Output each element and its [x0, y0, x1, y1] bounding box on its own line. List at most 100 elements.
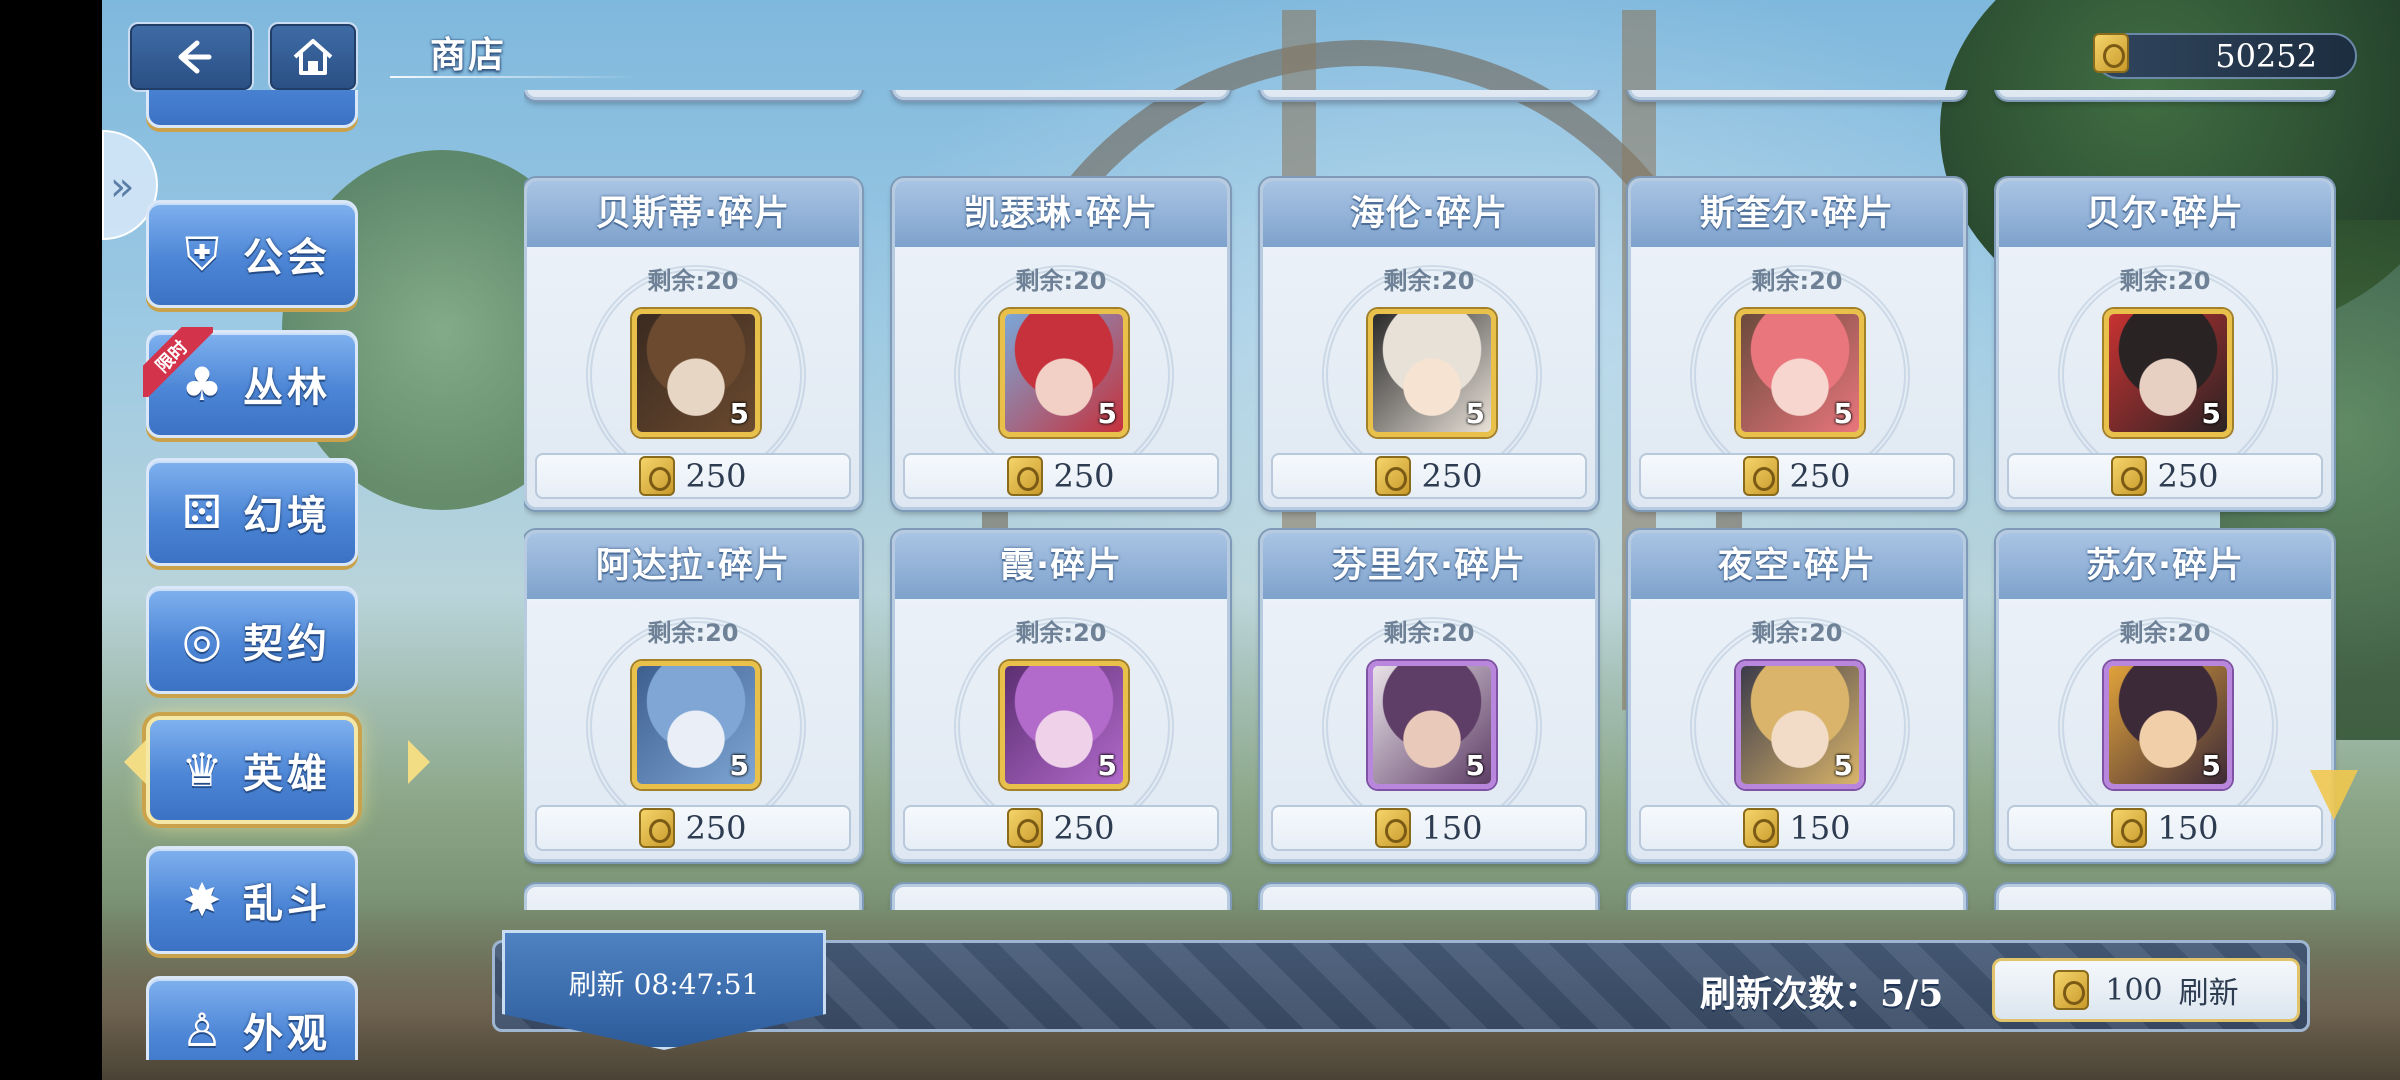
- hero-portrait: 5: [2104, 309, 2232, 437]
- sidebar-item-partial[interactable]: [146, 90, 358, 128]
- item-remaining: 剩余:20: [647, 619, 739, 647]
- contract-icon: ◎: [181, 613, 223, 667]
- scroll-down-icon[interactable]: [2310, 770, 2358, 820]
- item-remaining: 剩余:20: [1015, 267, 1107, 295]
- limited-badge: 限时: [143, 327, 213, 397]
- hero-portrait: 5: [2104, 661, 2232, 789]
- limited-badge-text: 限时: [143, 327, 213, 397]
- item-price: 150: [2157, 809, 2219, 847]
- sidebar-item-appearance[interactable]: ♙ 外观: [146, 976, 358, 1060]
- sidebar-item-label: 英雄: [243, 751, 331, 797]
- coin-icon: [1743, 456, 1780, 496]
- item-quantity: 5: [2201, 749, 2221, 782]
- price-tag: 150: [1271, 805, 1587, 851]
- shop-card-partial: [1628, 884, 1966, 910]
- home-button[interactable]: [268, 22, 358, 92]
- item-remaining: 剩余:20: [2119, 619, 2211, 647]
- shop-item-card[interactable]: 苏尔·碎片剩余:20 5 150: [1996, 530, 2334, 862]
- sidebar-item-label: 幻境: [243, 493, 331, 539]
- price-tag: 250: [1271, 453, 1587, 499]
- price-tag: 250: [903, 805, 1219, 851]
- home-icon: [293, 39, 333, 75]
- currency-display: 50252: [2093, 33, 2357, 79]
- item-name: 霞·碎片: [895, 533, 1227, 599]
- shop-item-card[interactable]: 阿达拉·碎片剩余:20 5 250: [524, 530, 862, 862]
- sidebar-item-brawl[interactable]: ✸ 乱斗: [146, 846, 358, 954]
- item-name: 贝尔·碎片: [1999, 181, 2331, 247]
- item-quantity: 5: [1465, 397, 1485, 430]
- shop-item-card[interactable]: 霞·碎片 剩余:20 5 250: [892, 530, 1230, 862]
- coin-icon: [639, 456, 676, 496]
- item-quantity: 5: [1833, 749, 1853, 782]
- item-quantity: 5: [1465, 749, 1485, 782]
- shop-item-card[interactable]: 贝尔·碎片 剩余:20 5 250: [1996, 178, 2334, 510]
- appearance-icon: ♙: [181, 1003, 223, 1057]
- item-name: 阿达拉·碎片: [527, 533, 859, 599]
- coin-icon: [1007, 808, 1044, 848]
- shop-item-card[interactable]: 贝斯蒂·碎片 剩余:20 5 250: [524, 178, 862, 510]
- sidebar-item-forest[interactable]: 限时 ♣ 丛林: [143, 327, 358, 438]
- coin-icon: [1375, 808, 1412, 848]
- coin-icon: [2093, 33, 2129, 73]
- item-remaining: 剩余:20: [1383, 267, 1475, 295]
- item-name: 海伦·碎片: [1263, 181, 1595, 247]
- guild-icon: ⛨: [184, 227, 220, 281]
- shop-card-partial: [1260, 884, 1598, 910]
- back-arrow-icon: [178, 40, 212, 74]
- sidebar-item-guild[interactable]: ⛨ 公会: [146, 200, 358, 308]
- hero-portrait: 5: [1000, 661, 1128, 789]
- hero-portrait: 5: [1736, 661, 1864, 789]
- item-price: 250: [1053, 809, 1115, 847]
- shop-item-card[interactable]: 海伦·碎片剩余:20 5 250: [1260, 178, 1598, 510]
- item-name: 苏尔·碎片: [1999, 533, 2331, 599]
- refresh-cost: 100: [2105, 972, 2163, 1008]
- sidebar-item-label: 外观: [243, 1011, 331, 1057]
- refresh-label: 刷新: [2178, 976, 2239, 1011]
- sidebar-item-label: 乱斗: [243, 881, 331, 927]
- shop-item-card[interactable]: 斯奎尔·碎片 剩余:20 5 250: [1628, 178, 1966, 510]
- coin-icon: [1375, 456, 1412, 496]
- item-quantity: 5: [2201, 397, 2221, 430]
- item-price: 250: [685, 809, 747, 847]
- price-tag: 150: [2007, 805, 2323, 851]
- price-tag: 150: [1639, 805, 1955, 851]
- price-tag: 250: [903, 453, 1219, 499]
- shop-grid: 贝斯蒂·碎片 剩余:20 5 250 凯瑟琳·碎片 剩余:20 5 250 海伦·碎片 剩余:20…: [524, 90, 2344, 910]
- active-indicator-left: [124, 740, 146, 784]
- hero-portrait: 5: [1368, 661, 1496, 789]
- sidebar-item-contract[interactable]: ◎ 契约: [146, 586, 358, 694]
- hero-icon: ♛: [181, 743, 223, 797]
- item-name: 贝斯蒂·碎片: [527, 181, 859, 247]
- price-tag: 250: [535, 453, 851, 499]
- sidebar-item-illusion[interactable]: ⚄ 幻境: [146, 458, 358, 566]
- sidebar-item-hero[interactable]: ♛ 英雄: [146, 716, 358, 824]
- sidebar: ⛨ 公会 限时 ♣ 丛林 ⚄ 幻境 ◎ 契约 ♛ 英雄 ✸ 乱斗 ♙ 外观: [102, 90, 432, 1060]
- shop-item-card[interactable]: 芬里尔·碎片 剩余:20 5 150: [1260, 530, 1598, 862]
- hero-portrait: 5: [1368, 309, 1496, 437]
- sidebar-item-label: 契约: [243, 621, 331, 667]
- item-name: 凯瑟琳·碎片: [895, 181, 1227, 247]
- item-name: 芬里尔·碎片: [1263, 533, 1595, 599]
- shop-card-partial: [892, 884, 1230, 910]
- title-underline: [390, 76, 640, 78]
- shop-item-card[interactable]: 夜空·碎片 剩余:20 5 150: [1628, 530, 1966, 862]
- shop-card-partial: [1996, 884, 2334, 910]
- shop-item-card[interactable]: 凯瑟琳·碎片剩余:20 5 250: [892, 178, 1230, 510]
- item-quantity: 5: [1097, 397, 1117, 430]
- shop-card-partial: [1996, 90, 2334, 100]
- hero-portrait: 5: [632, 661, 760, 789]
- item-quantity: 5: [1097, 749, 1117, 782]
- page-title: 商店: [430, 35, 507, 76]
- dice-icon: ⚄: [182, 485, 222, 539]
- refresh-button[interactable]: 100 刷新: [1992, 958, 2300, 1022]
- shop-card-partial: [1260, 90, 1598, 100]
- item-remaining: 剩余:20: [1751, 267, 1843, 295]
- item-price: 250: [1053, 457, 1115, 495]
- sidebar-item-label: 丛林: [243, 365, 331, 411]
- item-price: 250: [2157, 457, 2219, 495]
- back-button[interactable]: [128, 22, 254, 92]
- shop-card-partial: [524, 90, 862, 100]
- shop-card-partial: [1628, 90, 1966, 100]
- item-price: 250: [1421, 457, 1483, 495]
- shop-card-partial: [892, 90, 1230, 100]
